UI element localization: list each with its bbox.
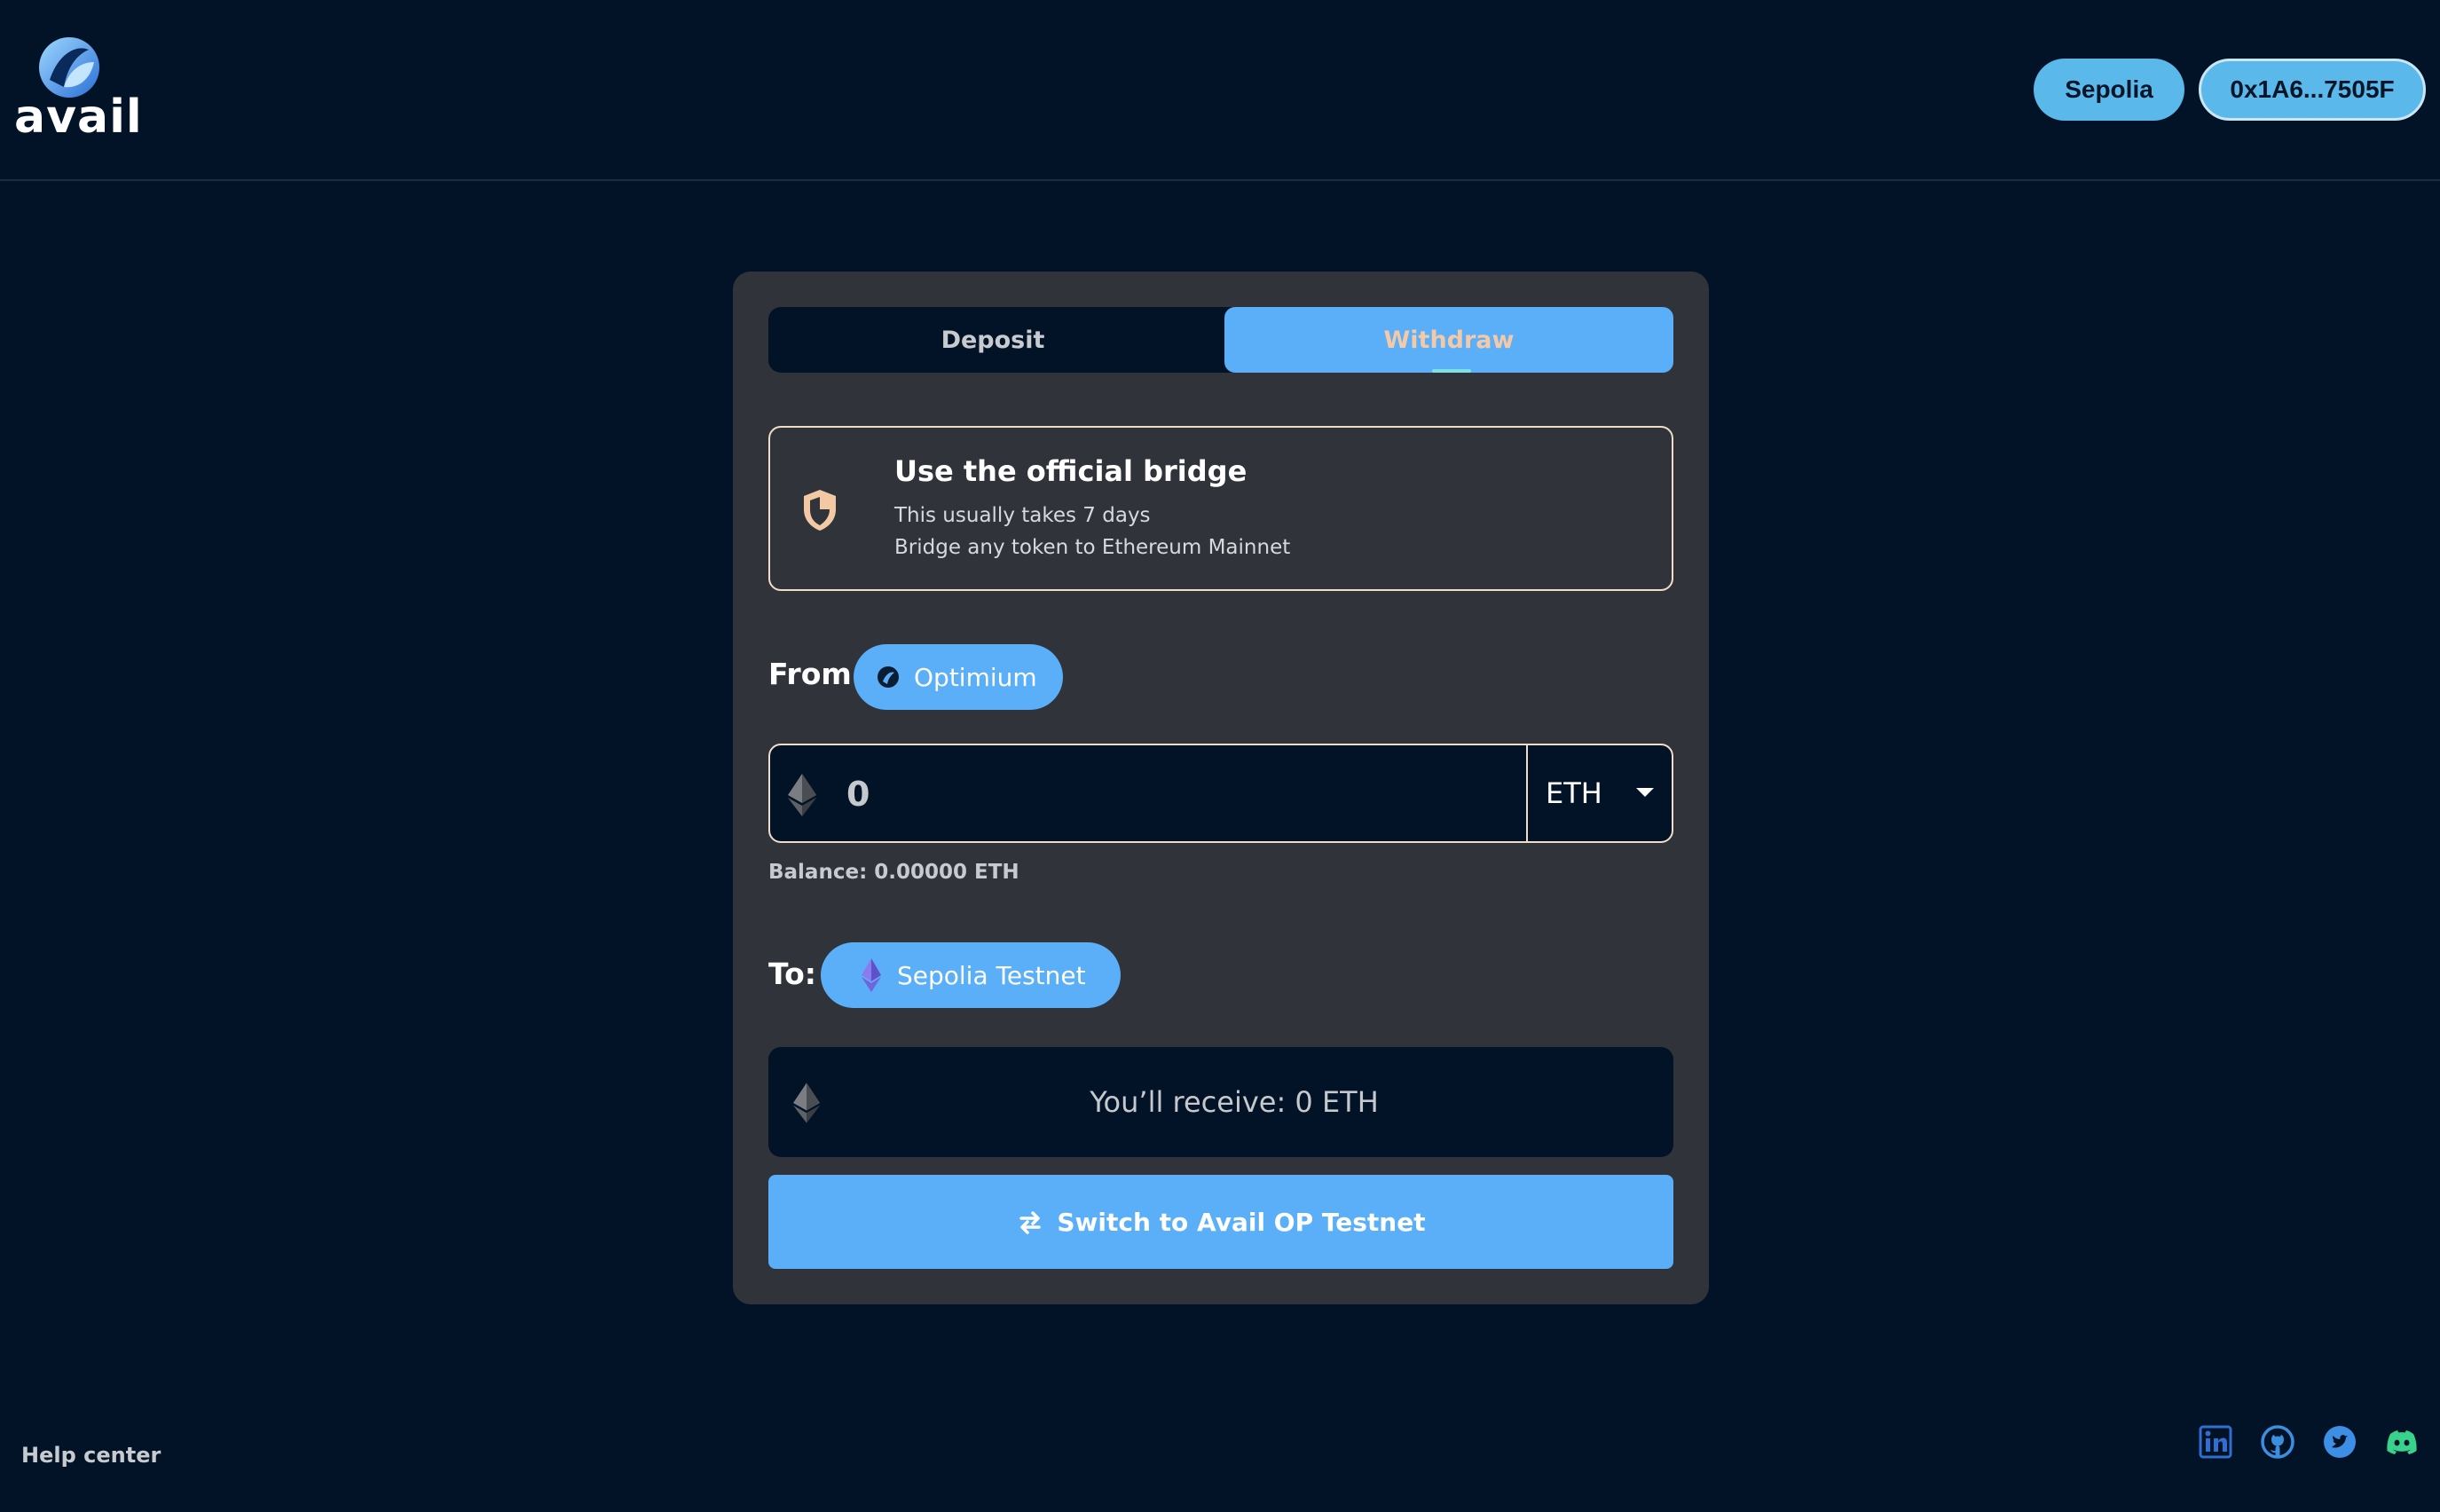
github-icon[interactable] xyxy=(2259,1423,2296,1461)
token-select-value: ETH xyxy=(1546,776,1602,810)
tab-withdraw-label: Withdraw xyxy=(1383,326,1515,354)
tab-deposit[interactable]: Deposit xyxy=(768,307,1217,373)
from-label: From xyxy=(768,657,852,691)
active-tab-indicator xyxy=(1432,369,1471,373)
swap-icon xyxy=(1019,1211,1042,1234)
to-chain-pill[interactable]: Sepolia Testnet xyxy=(821,942,1121,1008)
avail-wordmark: avail xyxy=(14,91,143,144)
discord-icon[interactable] xyxy=(2383,1423,2420,1461)
to-chain-label: Sepolia Testnet xyxy=(897,960,1086,990)
tab-bar: Deposit Withdraw xyxy=(768,307,1673,373)
top-bar: avail Sepolia 0x1A6...7505F xyxy=(0,0,2440,181)
amount-input[interactable] xyxy=(846,768,1468,820)
token-select[interactable]: ETH xyxy=(1526,745,1673,841)
receive-summary: You’ll receive: 0 ETH xyxy=(768,1047,1673,1157)
from-chain-label: Optimium xyxy=(914,662,1037,692)
tab-withdraw[interactable]: Withdraw xyxy=(1224,307,1673,373)
receive-amount: You’ll receive: 0 ETH xyxy=(1090,1085,1379,1119)
notice-description: Bridge any token to Ethereum Mainnet xyxy=(894,536,1291,559)
bridge-card: Deposit Withdraw Use the official bridge… xyxy=(733,272,1709,1304)
switch-network-button[interactable]: Switch to Avail OP Testnet xyxy=(768,1175,1673,1269)
chevron-down-icon xyxy=(1636,788,1654,797)
avail-logo[interactable]: avail xyxy=(14,35,142,146)
eth-icon xyxy=(788,774,816,816)
amount-field: ETH xyxy=(768,744,1673,843)
shield-icon xyxy=(804,490,836,531)
from-chain-pill[interactable]: Optimium xyxy=(854,644,1063,710)
notice-duration: This usually takes 7 days xyxy=(894,504,1151,527)
to-label: To: xyxy=(768,957,816,991)
network-button[interactable]: Sepolia xyxy=(2034,59,2184,121)
twitter-icon[interactable] xyxy=(2321,1423,2358,1461)
ethereum-icon xyxy=(862,958,881,992)
official-bridge-notice: Use the official bridge This usually tak… xyxy=(768,426,1673,591)
switch-network-label: Switch to Avail OP Testnet xyxy=(1057,1207,1426,1237)
linkedin-icon[interactable] xyxy=(2197,1423,2234,1461)
help-center-link[interactable]: Help center xyxy=(21,1443,161,1468)
optimium-icon xyxy=(878,666,899,688)
wallet-address-button[interactable]: 0x1A6...7505F xyxy=(2199,59,2426,121)
balance-text: Balance: 0.00000 ETH xyxy=(768,861,1019,884)
bridge-page: avail Sepolia 0x1A6...7505F Deposit With… xyxy=(0,0,2440,1512)
notice-title: Use the official bridge xyxy=(894,454,1248,488)
